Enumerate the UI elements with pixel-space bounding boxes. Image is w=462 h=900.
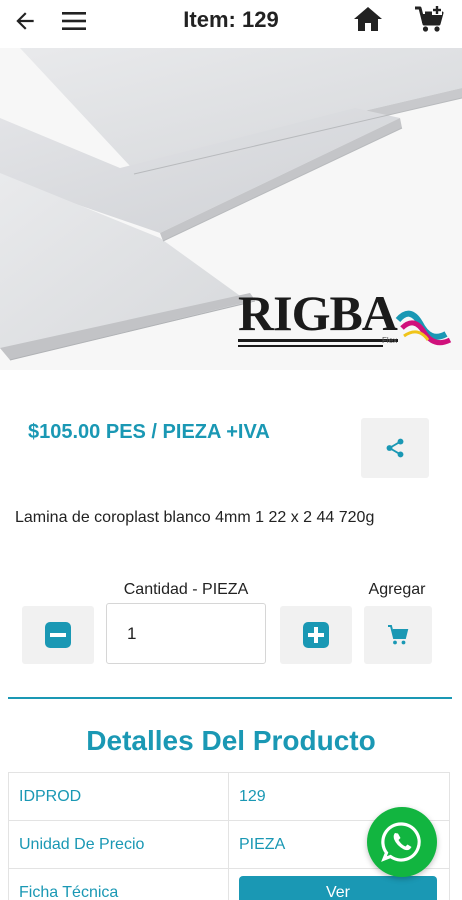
- page-title: Item: 129: [183, 7, 279, 32]
- row-key: Ficha Técnica: [8, 868, 229, 900]
- brand-logo-sub: Flex: [382, 336, 398, 345]
- home-icon[interactable]: [352, 4, 384, 34]
- product-price: $105.00 PES / PIEZA +IVA: [28, 421, 270, 443]
- plus-square-icon: [303, 622, 329, 648]
- row-key: IDPROD: [8, 772, 229, 821]
- product-image: RIGBA Flex: [0, 48, 462, 370]
- cart-icon: [388, 625, 409, 645]
- view-datasheet-button[interactable]: Ver: [239, 875, 437, 900]
- top-app-bar: Item: 129: [0, 0, 462, 44]
- minus-square-icon: [45, 622, 71, 648]
- section-divider: [8, 697, 452, 699]
- share-button[interactable]: [361, 418, 429, 478]
- add-label: Agregar: [368, 581, 426, 598]
- whatsapp-icon: [381, 822, 421, 862]
- brand-logo: RIGBA: [238, 285, 398, 341]
- add-to-cart-button[interactable]: [364, 606, 432, 664]
- increase-quantity-button[interactable]: [280, 606, 352, 664]
- details-heading: Detalles Del Producto: [86, 725, 376, 756]
- decrease-quantity-button[interactable]: [22, 606, 94, 664]
- product-description: Lamina de coroplast blanco 4mm 1 22 x 2 …: [15, 509, 375, 526]
- cart-add-icon[interactable]: [413, 4, 445, 34]
- table-row: Ficha Técnica Ver: [8, 868, 450, 900]
- whatsapp-button[interactable]: [367, 807, 437, 877]
- quantity-label: Cantidad - PIEZA: [123, 581, 249, 598]
- row-key: Unidad De Precio: [8, 820, 229, 869]
- share-icon: [386, 438, 404, 458]
- quantity-input[interactable]: [106, 603, 266, 664]
